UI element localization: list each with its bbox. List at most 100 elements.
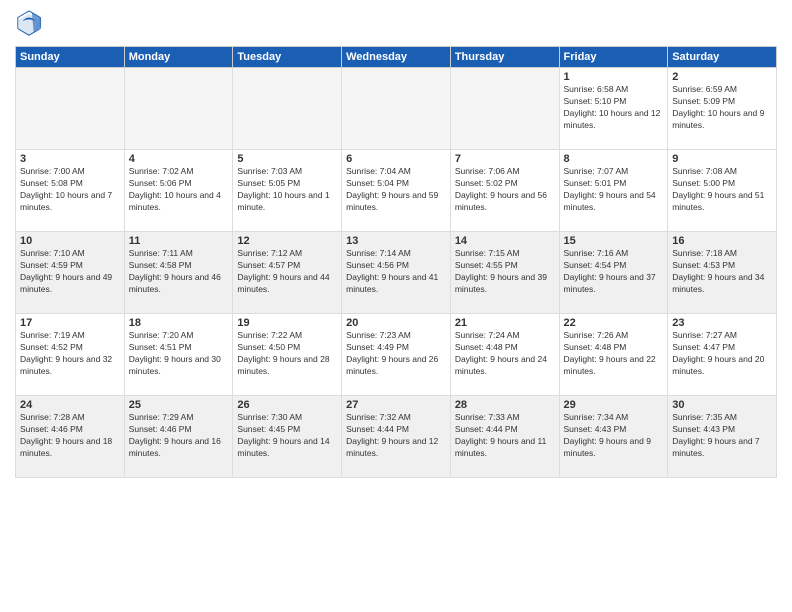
- day-number: 2: [672, 71, 772, 83]
- calendar-cell: 10Sunrise: 7:10 AM Sunset: 4:59 PM Dayli…: [16, 232, 125, 314]
- day-info: Sunrise: 7:04 AM Sunset: 5:04 PM Dayligh…: [346, 166, 446, 214]
- day-info: Sunrise: 7:08 AM Sunset: 5:00 PM Dayligh…: [672, 166, 772, 214]
- calendar-cell: 19Sunrise: 7:22 AM Sunset: 4:50 PM Dayli…: [233, 314, 342, 396]
- calendar-week-3: 10Sunrise: 7:10 AM Sunset: 4:59 PM Dayli…: [16, 232, 777, 314]
- calendar-cell: 29Sunrise: 7:34 AM Sunset: 4:43 PM Dayli…: [559, 396, 668, 478]
- calendar-cell: [124, 68, 233, 150]
- day-info: Sunrise: 6:58 AM Sunset: 5:10 PM Dayligh…: [564, 84, 664, 132]
- calendar-cell: [16, 68, 125, 150]
- day-number: 9: [672, 153, 772, 165]
- header-tuesday: Tuesday: [233, 47, 342, 68]
- day-number: 12: [237, 235, 337, 247]
- day-number: 11: [129, 235, 229, 247]
- calendar-cell: [342, 68, 451, 150]
- day-info: Sunrise: 7:16 AM Sunset: 4:54 PM Dayligh…: [564, 248, 664, 296]
- day-number: 30: [672, 399, 772, 411]
- calendar-cell: 27Sunrise: 7:32 AM Sunset: 4:44 PM Dayli…: [342, 396, 451, 478]
- calendar-cell: 17Sunrise: 7:19 AM Sunset: 4:52 PM Dayli…: [16, 314, 125, 396]
- day-number: 13: [346, 235, 446, 247]
- calendar-cell: 2Sunrise: 6:59 AM Sunset: 5:09 PM Daylig…: [668, 68, 777, 150]
- day-number: 3: [20, 153, 120, 165]
- calendar-cell: 5Sunrise: 7:03 AM Sunset: 5:05 PM Daylig…: [233, 150, 342, 232]
- calendar-cell: 3Sunrise: 7:00 AM Sunset: 5:08 PM Daylig…: [16, 150, 125, 232]
- day-info: Sunrise: 7:02 AM Sunset: 5:06 PM Dayligh…: [129, 166, 229, 214]
- day-number: 15: [564, 235, 664, 247]
- day-info: Sunrise: 7:14 AM Sunset: 4:56 PM Dayligh…: [346, 248, 446, 296]
- day-number: 18: [129, 317, 229, 329]
- day-info: Sunrise: 7:29 AM Sunset: 4:46 PM Dayligh…: [129, 412, 229, 460]
- calendar-table: SundayMondayTuesdayWednesdayThursdayFrid…: [15, 46, 777, 478]
- header-saturday: Saturday: [668, 47, 777, 68]
- day-info: Sunrise: 7:03 AM Sunset: 5:05 PM Dayligh…: [237, 166, 337, 214]
- logo-icon: [15, 10, 43, 38]
- calendar-cell: [450, 68, 559, 150]
- calendar-cell: 16Sunrise: 7:18 AM Sunset: 4:53 PM Dayli…: [668, 232, 777, 314]
- page-header: [15, 10, 777, 38]
- header-monday: Monday: [124, 47, 233, 68]
- header-thursday: Thursday: [450, 47, 559, 68]
- day-info: Sunrise: 7:12 AM Sunset: 4:57 PM Dayligh…: [237, 248, 337, 296]
- page-container: SundayMondayTuesdayWednesdayThursdayFrid…: [0, 0, 792, 488]
- calendar-cell: 15Sunrise: 7:16 AM Sunset: 4:54 PM Dayli…: [559, 232, 668, 314]
- day-info: Sunrise: 6:59 AM Sunset: 5:09 PM Dayligh…: [672, 84, 772, 132]
- day-info: Sunrise: 7:26 AM Sunset: 4:48 PM Dayligh…: [564, 330, 664, 378]
- calendar-cell: 13Sunrise: 7:14 AM Sunset: 4:56 PM Dayli…: [342, 232, 451, 314]
- calendar-week-4: 17Sunrise: 7:19 AM Sunset: 4:52 PM Dayli…: [16, 314, 777, 396]
- day-info: Sunrise: 7:00 AM Sunset: 5:08 PM Dayligh…: [20, 166, 120, 214]
- day-info: Sunrise: 7:35 AM Sunset: 4:43 PM Dayligh…: [672, 412, 772, 460]
- calendar-cell: 8Sunrise: 7:07 AM Sunset: 5:01 PM Daylig…: [559, 150, 668, 232]
- header-friday: Friday: [559, 47, 668, 68]
- day-info: Sunrise: 7:06 AM Sunset: 5:02 PM Dayligh…: [455, 166, 555, 214]
- day-info: Sunrise: 7:22 AM Sunset: 4:50 PM Dayligh…: [237, 330, 337, 378]
- calendar-cell: 14Sunrise: 7:15 AM Sunset: 4:55 PM Dayli…: [450, 232, 559, 314]
- day-info: Sunrise: 7:11 AM Sunset: 4:58 PM Dayligh…: [129, 248, 229, 296]
- calendar-cell: 18Sunrise: 7:20 AM Sunset: 4:51 PM Dayli…: [124, 314, 233, 396]
- day-info: Sunrise: 7:18 AM Sunset: 4:53 PM Dayligh…: [672, 248, 772, 296]
- day-number: 14: [455, 235, 555, 247]
- day-info: Sunrise: 7:07 AM Sunset: 5:01 PM Dayligh…: [564, 166, 664, 214]
- calendar-cell: 25Sunrise: 7:29 AM Sunset: 4:46 PM Dayli…: [124, 396, 233, 478]
- day-number: 7: [455, 153, 555, 165]
- header-wednesday: Wednesday: [342, 47, 451, 68]
- day-number: 17: [20, 317, 120, 329]
- day-info: Sunrise: 7:10 AM Sunset: 4:59 PM Dayligh…: [20, 248, 120, 296]
- calendar-cell: 7Sunrise: 7:06 AM Sunset: 5:02 PM Daylig…: [450, 150, 559, 232]
- day-info: Sunrise: 7:20 AM Sunset: 4:51 PM Dayligh…: [129, 330, 229, 378]
- day-number: 6: [346, 153, 446, 165]
- calendar-week-2: 3Sunrise: 7:00 AM Sunset: 5:08 PM Daylig…: [16, 150, 777, 232]
- day-number: 27: [346, 399, 446, 411]
- calendar-cell: 30Sunrise: 7:35 AM Sunset: 4:43 PM Dayli…: [668, 396, 777, 478]
- day-number: 16: [672, 235, 772, 247]
- day-info: Sunrise: 7:34 AM Sunset: 4:43 PM Dayligh…: [564, 412, 664, 460]
- calendar-cell: 21Sunrise: 7:24 AM Sunset: 4:48 PM Dayli…: [450, 314, 559, 396]
- day-number: 26: [237, 399, 337, 411]
- calendar-cell: 24Sunrise: 7:28 AM Sunset: 4:46 PM Dayli…: [16, 396, 125, 478]
- day-info: Sunrise: 7:23 AM Sunset: 4:49 PM Dayligh…: [346, 330, 446, 378]
- day-number: 24: [20, 399, 120, 411]
- calendar-cell: 28Sunrise: 7:33 AM Sunset: 4:44 PM Dayli…: [450, 396, 559, 478]
- day-number: 8: [564, 153, 664, 165]
- calendar-cell: 23Sunrise: 7:27 AM Sunset: 4:47 PM Dayli…: [668, 314, 777, 396]
- calendar-week-1: 1Sunrise: 6:58 AM Sunset: 5:10 PM Daylig…: [16, 68, 777, 150]
- calendar-cell: 20Sunrise: 7:23 AM Sunset: 4:49 PM Dayli…: [342, 314, 451, 396]
- day-number: 4: [129, 153, 229, 165]
- day-number: 1: [564, 71, 664, 83]
- calendar-cell: 4Sunrise: 7:02 AM Sunset: 5:06 PM Daylig…: [124, 150, 233, 232]
- day-number: 19: [237, 317, 337, 329]
- day-info: Sunrise: 7:15 AM Sunset: 4:55 PM Dayligh…: [455, 248, 555, 296]
- day-info: Sunrise: 7:33 AM Sunset: 4:44 PM Dayligh…: [455, 412, 555, 460]
- day-info: Sunrise: 7:28 AM Sunset: 4:46 PM Dayligh…: [20, 412, 120, 460]
- day-info: Sunrise: 7:30 AM Sunset: 4:45 PM Dayligh…: [237, 412, 337, 460]
- logo: [15, 10, 45, 38]
- calendar-cell: 22Sunrise: 7:26 AM Sunset: 4:48 PM Dayli…: [559, 314, 668, 396]
- day-number: 22: [564, 317, 664, 329]
- day-info: Sunrise: 7:24 AM Sunset: 4:48 PM Dayligh…: [455, 330, 555, 378]
- calendar-header-row: SundayMondayTuesdayWednesdayThursdayFrid…: [16, 47, 777, 68]
- day-number: 5: [237, 153, 337, 165]
- day-number: 28: [455, 399, 555, 411]
- day-number: 21: [455, 317, 555, 329]
- day-info: Sunrise: 7:27 AM Sunset: 4:47 PM Dayligh…: [672, 330, 772, 378]
- day-info: Sunrise: 7:32 AM Sunset: 4:44 PM Dayligh…: [346, 412, 446, 460]
- day-number: 23: [672, 317, 772, 329]
- calendar-cell: [233, 68, 342, 150]
